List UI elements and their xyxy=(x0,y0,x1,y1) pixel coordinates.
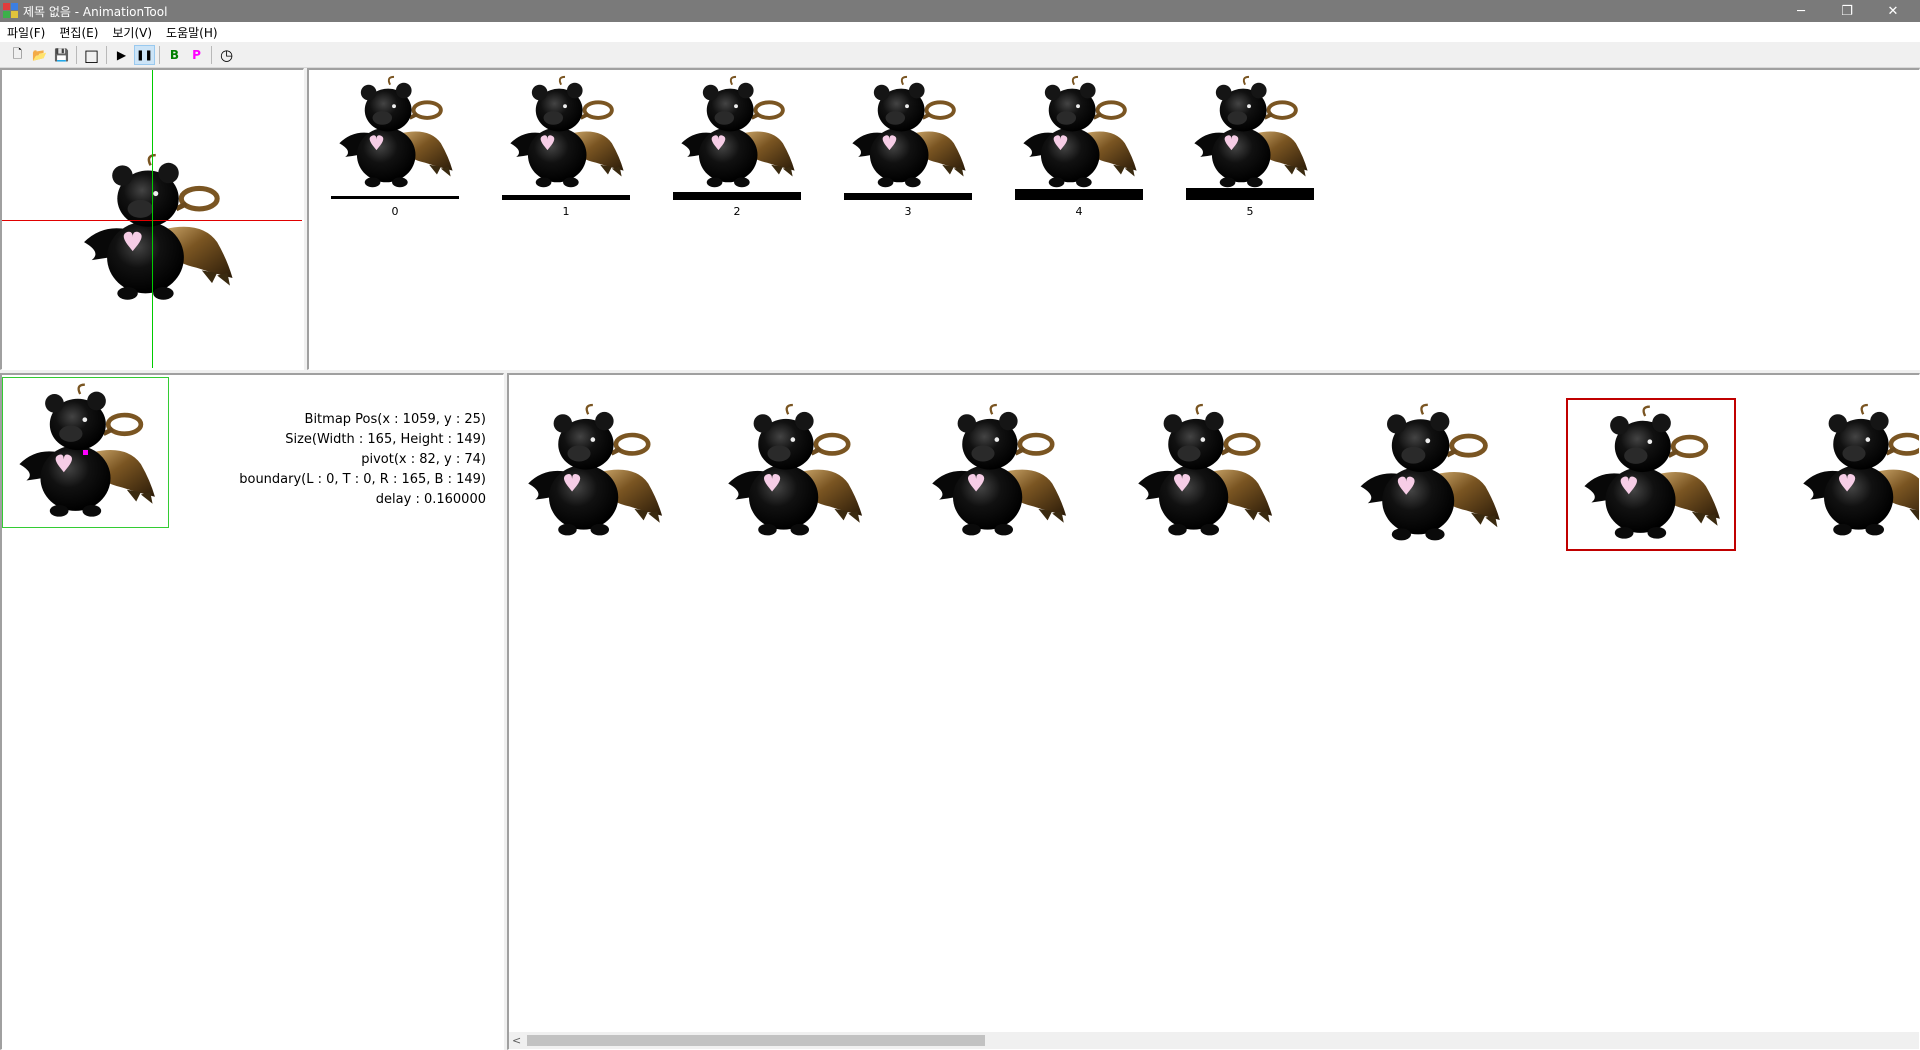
frame-list-pane: 0 1 2 3 4 5 xyxy=(307,68,1920,370)
new-file-button[interactable]: 🗋 xyxy=(7,45,28,65)
sheet-sprite[interactable] xyxy=(1794,400,1920,545)
p-tool-button[interactable]: P xyxy=(186,45,207,65)
scroll-left-icon[interactable]: < xyxy=(512,1032,521,1049)
preview-pane[interactable] xyxy=(0,68,304,370)
preview-sprite xyxy=(72,150,242,310)
pivot-text: pivot(x : 82, y : 74) xyxy=(361,452,486,467)
frame-detail-pane: Bitmap Pos(x : 1059, y : 25) Size(Width … xyxy=(0,373,504,1050)
p-icon: P xyxy=(192,48,201,62)
minimize-button[interactable]: ─ xyxy=(1778,0,1824,22)
save-file-button[interactable]: 💾 xyxy=(51,45,72,65)
crosshair-vertical xyxy=(152,70,153,368)
frame-thumbnail[interactable] xyxy=(1015,73,1143,195)
b-tool-button[interactable]: B xyxy=(164,45,185,65)
frame-thumbnail[interactable] xyxy=(1186,73,1314,195)
frame-delay-bar xyxy=(502,195,630,200)
delay-text: delay : 0.160000 xyxy=(375,492,486,507)
sheet-sprite[interactable] xyxy=(923,400,1073,545)
size-text: Size(Width : 165, Height : 149) xyxy=(285,432,486,447)
folder-open-icon: 📂 xyxy=(32,48,47,62)
clock-icon: ◷ xyxy=(219,46,234,64)
frame-delay-bar xyxy=(844,193,972,200)
save-icon: 💾 xyxy=(54,48,69,62)
pause-icon: ❚❚ xyxy=(136,49,153,61)
menu-bar: 파일(F) 편집(E) 보기(V) 도움말(H) xyxy=(0,22,1920,42)
frame-label: 2 xyxy=(733,205,741,218)
menu-edit[interactable]: 편집(E) xyxy=(52,24,105,41)
play-button[interactable]: ▶ xyxy=(111,45,132,65)
timer-button[interactable]: ◷ xyxy=(216,45,237,65)
frame-delay-bar xyxy=(1186,188,1314,200)
frame-label: 3 xyxy=(904,205,912,218)
menu-help[interactable]: 도움말(H) xyxy=(159,24,225,41)
window-title: 제목 없음 - AnimationTool xyxy=(23,4,168,19)
frame-delay-bar xyxy=(673,192,801,200)
rectangle-icon: □ xyxy=(83,45,100,65)
toolbar-separator xyxy=(106,46,107,64)
toolbar: 🗋 📂 💾 □ ▶ ❚❚ B P ◷ xyxy=(0,42,1920,68)
sheet-sprite[interactable] xyxy=(519,400,669,545)
frame-thumbnail[interactable] xyxy=(502,73,630,195)
frame-thumbnail[interactable] xyxy=(331,73,459,195)
pause-button[interactable]: ❚❚ xyxy=(134,45,155,65)
sheet-sprite[interactable] xyxy=(1349,400,1509,550)
frame-delay-bar xyxy=(1015,189,1143,200)
toolbar-separator xyxy=(76,46,77,64)
title-bar: 제목 없음 - AnimationTool ─ ❐ ✕ xyxy=(0,0,1920,22)
selected-sprite-box[interactable] xyxy=(1566,398,1736,551)
frame-thumbnail[interactable] xyxy=(673,73,801,195)
play-icon: ▶ xyxy=(116,48,127,62)
sheet-sprite-selected xyxy=(1570,402,1732,548)
frame-delay-bar xyxy=(331,196,459,199)
frame-label: 0 xyxy=(391,205,399,218)
open-file-button[interactable]: 📂 xyxy=(29,45,50,65)
b-icon: B xyxy=(169,48,180,62)
restore-button[interactable]: ❐ xyxy=(1824,0,1870,22)
frame-label: 4 xyxy=(1075,205,1083,218)
horizontal-scrollbar[interactable]: < xyxy=(509,1032,1919,1049)
menu-file[interactable]: 파일(F) xyxy=(0,24,52,41)
close-button[interactable]: ✕ xyxy=(1870,0,1916,22)
rectangle-tool-button[interactable]: □ xyxy=(81,45,102,65)
new-file-icon: 🗋 xyxy=(12,46,23,61)
scrollbar-thumb[interactable] xyxy=(527,1035,985,1046)
toolbar-separator xyxy=(159,46,160,64)
sheet-sprite[interactable] xyxy=(1129,400,1279,545)
bitmap-pos-text: Bitmap Pos(x : 1059, y : 25) xyxy=(304,412,486,427)
app-icon xyxy=(3,3,19,19)
frame-label: 1 xyxy=(562,205,570,218)
frame-thumbnail[interactable] xyxy=(844,73,972,195)
frame-label: 5 xyxy=(1246,205,1254,218)
boundary-text: boundary(L : 0, T : 0, R : 165, B : 149) xyxy=(239,472,486,487)
sprite-sheet-pane[interactable]: < xyxy=(507,373,1920,1050)
frame-info: Bitmap Pos(x : 1059, y : 25) Size(Width … xyxy=(2,410,486,510)
menu-view[interactable]: 보기(V) xyxy=(105,24,159,41)
toolbar-separator xyxy=(211,46,212,64)
sheet-sprite[interactable] xyxy=(719,400,869,545)
